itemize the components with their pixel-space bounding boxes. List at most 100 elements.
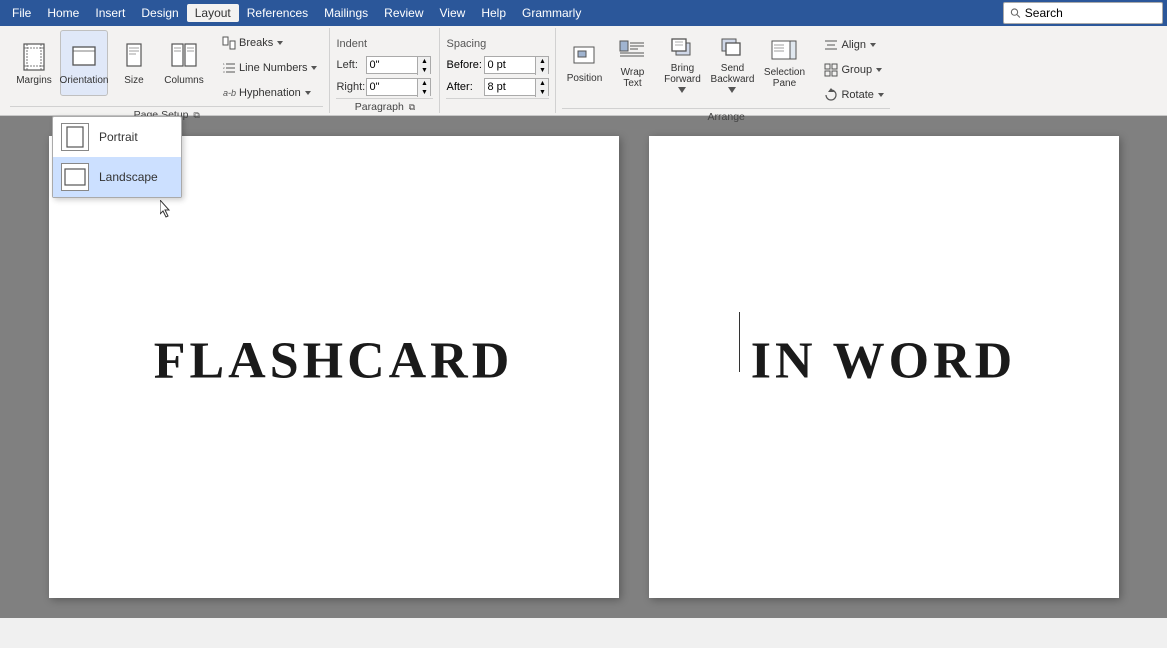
- indent-label: Paragraph ⧉: [336, 98, 433, 115]
- line-numbers-icon: 1 2 3: [222, 61, 236, 75]
- wrap-text-icon: [618, 37, 646, 65]
- page-setup-group: Margins Orientation: [4, 28, 330, 113]
- breaks-arrow-icon: [276, 39, 284, 47]
- svg-text:3: 3: [223, 70, 225, 74]
- align-icon: [824, 38, 838, 52]
- page-right-text: IN WORD: [649, 332, 1119, 391]
- page-left: FLASHCARD: [49, 136, 619, 598]
- portrait-label: Portrait: [99, 130, 138, 144]
- indent-left-up[interactable]: ▲: [418, 57, 430, 66]
- portrait-option[interactable]: Portrait: [53, 117, 181, 157]
- rotate-arrow: [877, 91, 885, 99]
- page-setup-small-buttons: Breaks 1 2 3 Line Numbers: [217, 30, 323, 104]
- indent-right-input[interactable]: ▲ ▼: [366, 78, 431, 96]
- spacing-after-down[interactable]: ▼: [536, 88, 548, 97]
- spacing-title: Spacing: [446, 38, 486, 50]
- arrange-right-buttons: Align Group: [819, 30, 889, 106]
- group-label: Group: [841, 64, 872, 76]
- spacing-group: Spacing Before: ▲ ▼ After: ▲ ▼: [440, 28, 556, 113]
- spacing-before-up[interactable]: ▲: [536, 57, 548, 66]
- orientation-dropdown: Portrait Landscape: [52, 116, 182, 198]
- spacing-after-row: After: ▲ ▼: [446, 78, 549, 96]
- spacing-before-spin[interactable]: ▲ ▼: [535, 57, 548, 75]
- spacing-after-up[interactable]: ▲: [536, 79, 548, 88]
- menu-insert[interactable]: Insert: [87, 4, 133, 22]
- margins-icon: [18, 41, 50, 73]
- menu-bar: File Home Insert Design Layout Reference…: [0, 0, 1167, 26]
- send-backward-arrow: [728, 87, 736, 93]
- group-button[interactable]: Group: [819, 59, 889, 81]
- spacing-after-spin[interactable]: ▲ ▼: [535, 79, 548, 97]
- columns-button[interactable]: Columns: [160, 30, 208, 96]
- bring-forward-button[interactable]: Bring Forward: [658, 30, 706, 96]
- columns-icon: [168, 41, 200, 73]
- send-backward-button[interactable]: Send Backward: [708, 30, 756, 96]
- size-button[interactable]: Size: [110, 30, 158, 96]
- spacing-before-row: Before: ▲ ▼: [446, 56, 549, 74]
- wrap-text-label: Wrap Text: [621, 67, 645, 89]
- spacing-after-label: After:: [446, 81, 482, 93]
- indent-right-value[interactable]: [367, 79, 417, 95]
- page-right: IN WORD: [649, 136, 1119, 598]
- indent-left-row: Left: ▲ ▼: [336, 56, 431, 74]
- selection-pane-button[interactable]: Selection Pane: [758, 30, 810, 96]
- align-arrow: [869, 41, 877, 49]
- indent-left-spin[interactable]: ▲ ▼: [417, 57, 430, 75]
- spacing-before-input[interactable]: ▲ ▼: [484, 56, 549, 74]
- bring-forward-label: Bring Forward: [664, 63, 701, 85]
- spacing-label: [446, 98, 549, 115]
- breaks-button[interactable]: Breaks: [217, 32, 323, 54]
- line-numbers-label: Line Numbers: [239, 62, 307, 74]
- align-button[interactable]: Align: [819, 34, 889, 56]
- breaks-icon: [222, 36, 236, 50]
- spacing-before-down[interactable]: ▼: [536, 66, 548, 75]
- spacing-after-value[interactable]: [485, 79, 535, 95]
- indent-right-spin[interactable]: ▲ ▼: [417, 79, 430, 97]
- line-numbers-arrow-icon: [310, 64, 318, 72]
- menu-mailings[interactable]: Mailings: [316, 4, 376, 22]
- indent-title: Indent: [336, 38, 367, 50]
- landscape-option[interactable]: Landscape: [53, 157, 181, 197]
- margins-button[interactable]: Margins: [10, 30, 58, 96]
- spacing-after-input[interactable]: ▲ ▼: [484, 78, 549, 96]
- indent-group: Indent Left: ▲ ▼ Right: ▲ ▼: [330, 28, 440, 113]
- ribbon: Margins Orientation: [0, 26, 1167, 116]
- menu-file[interactable]: File: [4, 4, 39, 22]
- spacing-before-value[interactable]: [485, 57, 535, 73]
- menu-view[interactable]: View: [432, 4, 474, 22]
- wrap-text-button[interactable]: Wrap Text: [608, 30, 656, 96]
- columns-label: Columns: [164, 75, 203, 86]
- menu-home[interactable]: Home: [39, 4, 87, 22]
- menu-references[interactable]: References: [239, 4, 316, 22]
- menu-grammarly[interactable]: Grammarly: [514, 4, 589, 22]
- indent-left-value[interactable]: [367, 57, 417, 73]
- hyphenation-button[interactable]: a-b Hyphenation: [217, 82, 323, 104]
- selection-pane-icon: [770, 37, 798, 65]
- bring-forward-icon: [668, 33, 696, 61]
- hyphenation-arrow-icon: [304, 89, 312, 97]
- hyphenation-icon: a-b: [222, 86, 236, 100]
- spacing-before-label: Before:: [446, 59, 482, 71]
- size-icon: [118, 41, 150, 73]
- size-label: Size: [124, 75, 143, 86]
- menu-help[interactable]: Help: [473, 4, 514, 22]
- text-cursor: [739, 312, 740, 372]
- menu-design[interactable]: Design: [133, 4, 186, 22]
- orientation-button[interactable]: Orientation: [60, 30, 108, 96]
- menu-review[interactable]: Review: [376, 4, 431, 22]
- rotate-button[interactable]: Rotate: [819, 84, 889, 106]
- page-left-text: FLASHCARD: [49, 332, 619, 391]
- spacing-content: Spacing Before: ▲ ▼ After: ▲ ▼: [446, 30, 549, 96]
- indent-left-input[interactable]: ▲ ▼: [366, 56, 431, 74]
- menu-layout[interactable]: Layout: [187, 4, 239, 22]
- position-button[interactable]: Position: [562, 30, 606, 96]
- search-input[interactable]: [1025, 6, 1156, 20]
- align-label: Align: [841, 39, 865, 51]
- search-bar[interactable]: [1003, 2, 1163, 24]
- rotate-label: Rotate: [841, 89, 873, 101]
- indent-left-down[interactable]: ▼: [418, 66, 430, 75]
- line-numbers-button[interactable]: 1 2 3 Line Numbers: [217, 57, 323, 79]
- indent-right-down[interactable]: ▼: [418, 88, 430, 97]
- indent-left-label: Left:: [336, 59, 364, 71]
- indent-right-up[interactable]: ▲: [418, 79, 430, 88]
